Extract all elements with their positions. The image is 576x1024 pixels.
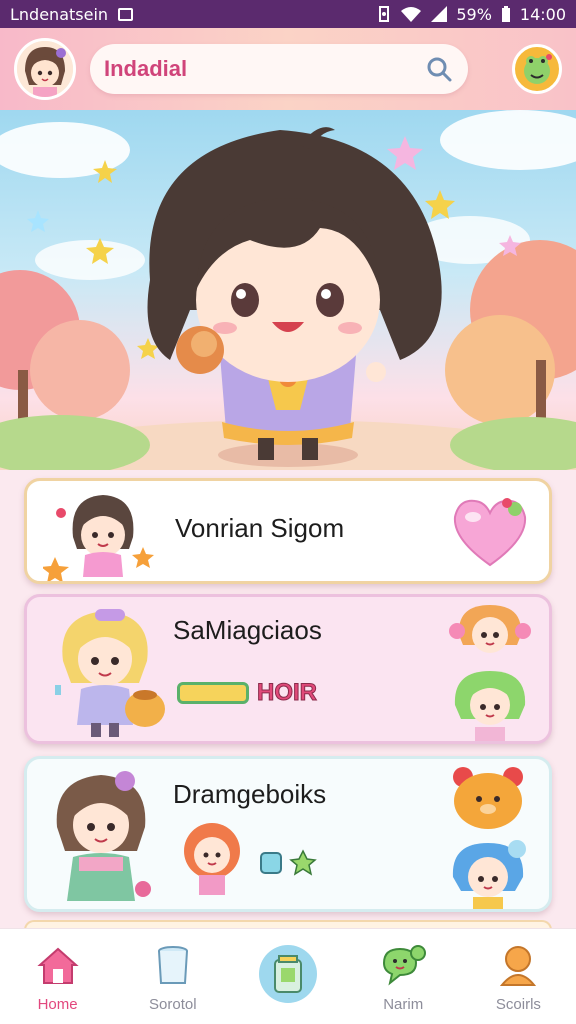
- chat-bubble-icon: [383, 945, 427, 986]
- hoir-badge: HOIR: [177, 679, 318, 707]
- chibi-avatar-icon: [17, 41, 73, 97]
- battery-icon: [501, 6, 510, 22]
- home-icon: [36, 947, 79, 984]
- nav-center[interactable]: [230, 929, 345, 1024]
- hoir-toggle[interactable]: [177, 682, 249, 704]
- nav-scoirls[interactable]: Scoirls: [461, 929, 576, 1024]
- blonde-chibi-icon: [55, 609, 165, 737]
- nav-label: Scoirls: [495, 996, 541, 1013]
- signal-icon: [431, 6, 448, 22]
- bottom-navigation: Home Sorotol Narim Scoirls: [0, 928, 576, 1024]
- battery-percent: 59%: [456, 4, 492, 24]
- heart-icon[interactable]: [449, 495, 531, 569]
- card-title: Dramgeboiks: [173, 779, 327, 809]
- frog-mascot-icon: [524, 54, 552, 84]
- brunette-chibi-icon: [56, 771, 151, 901]
- search-bar: [90, 44, 468, 94]
- hoir-label: HOIR: [257, 679, 318, 707]
- hero-banner: [0, 110, 576, 470]
- search-input[interactable]: [104, 56, 424, 82]
- jar-icon: [274, 954, 302, 993]
- chibi-girl-icon: [43, 495, 154, 581]
- profile-avatar[interactable]: [14, 38, 76, 100]
- search-button[interactable]: [424, 54, 454, 84]
- red-hair-chibi-icon: [184, 823, 240, 895]
- vibrate-icon: [379, 6, 390, 22]
- nav-label: Home: [37, 996, 78, 1013]
- card-title: Vonrian Sigom: [175, 513, 345, 543]
- badge-icons: [260, 849, 317, 876]
- carrier-name: Lndenatsein: [10, 4, 109, 24]
- search-icon: [427, 57, 452, 82]
- mascot-button[interactable]: [512, 44, 562, 94]
- nav-home[interactable]: Home: [0, 929, 115, 1024]
- green-hair-chibi-icon: [454, 671, 526, 741]
- nav-sorotol[interactable]: Sorotol: [115, 929, 230, 1024]
- orange-hair-chibi-icon: [449, 605, 531, 653]
- notification-icon: [118, 7, 134, 21]
- card-samiagciaos[interactable]: SaMiagciaos HOIR: [24, 594, 552, 744]
- person-icon: [500, 946, 537, 986]
- card-title: SaMiagciaos: [173, 615, 322, 645]
- nav-label: Sorotol: [149, 996, 197, 1013]
- app-header: [0, 28, 576, 110]
- star-icon: [387, 136, 423, 170]
- bear-chibi-icon: [453, 767, 523, 829]
- card-dramgeboiks[interactable]: Dramgeboiks: [24, 756, 552, 912]
- clock: 14:00: [519, 4, 566, 24]
- status-bar: Lndenatsein 59% 14:00: [0, 0, 576, 28]
- hero-illustration: [0, 110, 576, 470]
- blue-hair-chibi-icon: [452, 840, 526, 909]
- card-vonrian-sigom[interactable]: Vonrian Sigom: [24, 478, 552, 584]
- wifi-icon: [401, 7, 422, 22]
- nav-narim[interactable]: Narim: [346, 929, 461, 1024]
- nav-label: Narim: [383, 996, 424, 1013]
- cup-icon: [157, 946, 188, 984]
